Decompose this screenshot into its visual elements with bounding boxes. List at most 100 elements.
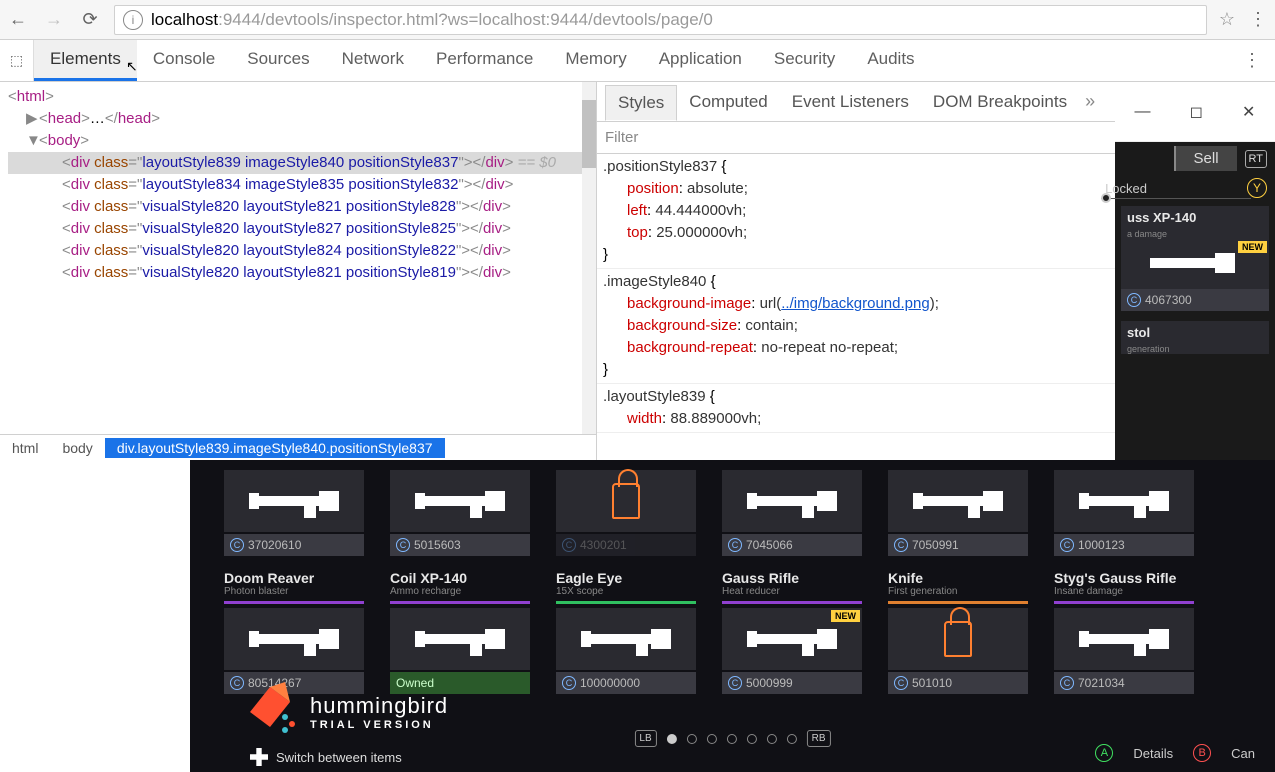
dom-node[interactable]: <html> <box>8 86 596 108</box>
crumb-selected[interactable]: div.layoutStyle839.imageStyle840.positio… <box>105 438 445 458</box>
coin-icon: C <box>894 538 908 552</box>
page-dot[interactable] <box>747 734 757 744</box>
weapon-card[interactable]: C1000123 <box>1054 470 1194 556</box>
game-sidebar: Sell RT Locked Y uss XP-140 a damage NEW… <box>1115 142 1275 460</box>
bookmark-icon[interactable]: ☆ <box>1219 9 1235 30</box>
tab-application[interactable]: Application <box>643 40 758 81</box>
a-key-icon: A <box>1095 744 1113 762</box>
minimize-icon[interactable]: — <box>1135 103 1151 121</box>
menu-icon[interactable]: ⋮ <box>1249 9 1267 30</box>
tab-memory[interactable]: Memory <box>549 40 642 81</box>
site-info-icon[interactable]: i <box>123 10 143 30</box>
pagination: LB RB <box>634 730 830 747</box>
more-tabs-icon[interactable]: » <box>1085 91 1095 112</box>
page-dot[interactable] <box>667 734 677 744</box>
weapon-card[interactable]: C7050991 <box>888 470 1028 556</box>
coin-icon: C <box>894 676 908 690</box>
lock-icon <box>944 621 972 657</box>
devtools-main: <html> ▶<head>…</head> ▼<body> <div clas… <box>0 82 1275 460</box>
weapon-card[interactable]: stol generation <box>1121 321 1269 354</box>
dom-node[interactable]: <div class="visualStyle820 layoutStyle82… <box>8 196 596 218</box>
coin-icon: C <box>562 538 576 552</box>
elements-panel: <html> ▶<head>…</head> ▼<body> <div clas… <box>0 82 597 460</box>
page-dot[interactable] <box>687 734 697 744</box>
tab-console[interactable]: Console <box>137 40 231 81</box>
dom-node[interactable]: <div class="layoutStyle839 imageStyle840… <box>8 152 596 174</box>
weapon-card[interactable]: uss XP-140 a damage NEW C4067300 <box>1121 206 1269 311</box>
sell-button[interactable]: Sell <box>1174 146 1237 171</box>
tab-styles[interactable]: Styles <box>605 85 677 121</box>
weapon-card[interactable]: NEWC5000999 <box>722 608 862 694</box>
dom-node[interactable]: ▶<head>…</head> <box>8 108 596 130</box>
styles-filter-input[interactable]: Filter <box>605 129 1153 146</box>
locked-label: Locked <box>1105 181 1147 196</box>
dom-node[interactable]: <div class="visualStyle820 layoutStyle82… <box>8 218 596 240</box>
weapon-card[interactable]: C501010 <box>888 608 1028 694</box>
maximize-icon[interactable]: ◻ <box>1190 102 1203 122</box>
tab-network[interactable]: Network <box>326 40 420 81</box>
action-hints: ADetails BCan <box>1095 744 1255 762</box>
back-button[interactable]: ← <box>0 5 36 35</box>
browser-toolbar: ← → ⟳ i localhost:9444/devtools/inspecto… <box>0 0 1275 40</box>
weapon-label: Styg's Gauss RifleInsane damage <box>1054 566 1194 604</box>
reload-button[interactable]: ⟳ <box>72 5 108 35</box>
rb-key-icon: RB <box>807 730 831 747</box>
page-dot[interactable] <box>787 734 797 744</box>
crumb-body[interactable]: body <box>50 438 104 458</box>
dom-node[interactable]: ▼<body> <box>8 130 596 152</box>
b-key-icon: B <box>1193 744 1211 762</box>
weapon-card[interactable]: C7045066 <box>722 470 862 556</box>
coin-icon: C <box>562 676 576 690</box>
tab-security[interactable]: Security <box>758 40 851 81</box>
page-dot[interactable] <box>727 734 737 744</box>
weapon-label: Coil XP-140Ammo recharge <box>390 566 530 604</box>
dom-node[interactable]: <div class="layoutStyle834 imageStyle835… <box>8 174 596 196</box>
weapon-card[interactable]: C4300201 <box>556 470 696 556</box>
tab-performance[interactable]: Performance <box>420 40 549 81</box>
tab-audits[interactable]: Audits <box>851 40 930 81</box>
coin-icon: C <box>230 538 244 552</box>
inspect-element-icon[interactable]: ⬚ <box>0 40 34 81</box>
dom-tree[interactable]: <html> ▶<head>…</head> ▼<body> <div clas… <box>0 82 596 434</box>
tab-computed[interactable]: Computed <box>677 85 779 119</box>
weapon-label: Doom ReaverPhoton blaster <box>224 566 364 604</box>
devtools-tablist: ⬚ ElementsConsoleSourcesNetworkPerforman… <box>0 40 1275 82</box>
devtools-menu-icon[interactable]: ⋮ <box>1229 50 1275 71</box>
dom-node[interactable]: <div class="visualStyle820 layoutStyle82… <box>8 262 596 284</box>
rt-key-icon: RT <box>1245 150 1267 168</box>
tab-dom-breakpoints[interactable]: DOM Breakpoints <box>921 85 1079 119</box>
dom-node[interactable]: <div class="visualStyle820 layoutStyle82… <box>8 240 596 262</box>
coin-icon: C <box>1060 676 1074 690</box>
coin-icon: C <box>396 538 410 552</box>
tab-elements[interactable]: Elements <box>34 40 137 81</box>
weapon-label: Eagle Eye15X scope <box>556 566 696 604</box>
hummingbird-logo: hummingbirdTRIAL VERSION <box>240 682 448 742</box>
url-path: /devtools/inspector.html?ws=localhost:94… <box>261 10 713 30</box>
lock-icon <box>612 483 640 519</box>
tab-sources[interactable]: Sources <box>231 40 325 81</box>
coin-icon: C <box>728 676 742 690</box>
crumb-html[interactable]: html <box>0 438 50 458</box>
address-bar[interactable]: i localhost:9444/devtools/inspector.html… <box>114 5 1207 35</box>
forward-button[interactable]: → <box>36 5 72 35</box>
weapon-card[interactable]: C37020610 <box>224 470 364 556</box>
close-icon[interactable]: ✕ <box>1242 102 1255 122</box>
scrollbar[interactable] <box>582 82 596 434</box>
y-key-icon: Y <box>1247 178 1267 198</box>
window-controls: — ◻ ✕ <box>1115 82 1275 142</box>
hint-text: Switch between items <box>250 748 402 766</box>
dpad-icon <box>250 748 268 766</box>
weapon-card[interactable]: C100000000 <box>556 608 696 694</box>
weapon-label: KnifeFirst generation <box>888 566 1028 604</box>
game-shop: C37020610 C5015603 C4300201 C7045066 C705099… <box>190 460 1275 772</box>
tab-event-listeners[interactable]: Event Listeners <box>780 85 921 119</box>
cursor-icon: ↖ <box>126 58 138 75</box>
breadcrumb: html body div.layoutStyle839.imageStyle8… <box>0 434 596 460</box>
weapon-label: Gauss RifleHeat reducer <box>722 566 862 604</box>
coin-icon: C <box>728 538 742 552</box>
lb-key-icon: LB <box>634 730 656 747</box>
page-dot[interactable] <box>707 734 717 744</box>
page-dot[interactable] <box>767 734 777 744</box>
weapon-card[interactable]: C5015603 <box>390 470 530 556</box>
weapon-card[interactable]: C7021034 <box>1054 608 1194 694</box>
